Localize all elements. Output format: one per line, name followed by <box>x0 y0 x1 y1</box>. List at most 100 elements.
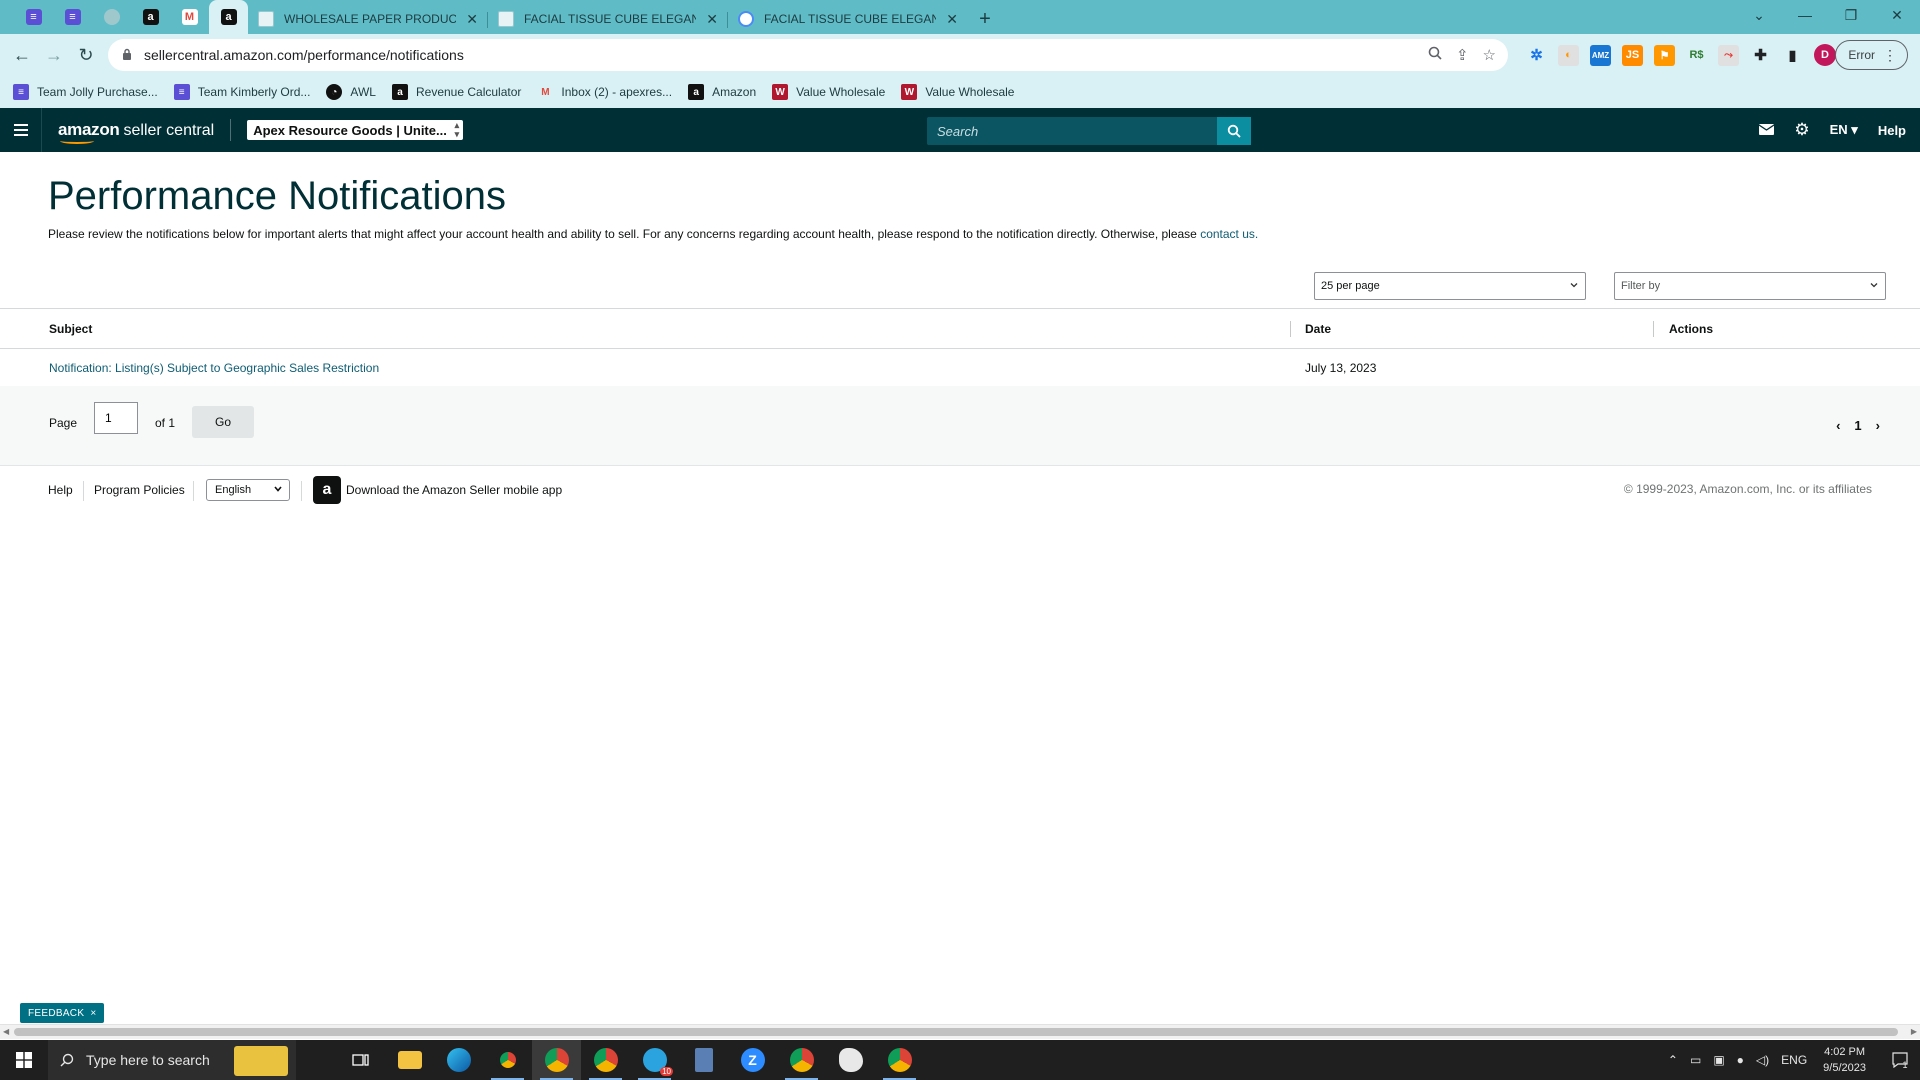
extension-seller-icon[interactable]: ⤳ <box>1718 44 1739 66</box>
mail-icon[interactable] <box>1759 123 1775 138</box>
input-language[interactable]: ENG <box>1781 1053 1807 1067</box>
notification-subject-link[interactable]: Notification: Listing(s) Subject to Geog… <box>49 361 379 375</box>
close-tab-icon[interactable]: ✕ <box>946 11 958 28</box>
hamburger-menu-icon[interactable] <box>0 108 42 152</box>
chevron-right-icon[interactable]: › <box>1876 418 1880 433</box>
extensions-puzzle-icon[interactable]: ✚ <box>1750 45 1771 66</box>
extension-keepa-icon[interactable]: ◐ <box>1558 44 1579 66</box>
extension-js-icon[interactable]: JS <box>1622 44 1643 66</box>
extension-amz-icon[interactable]: AMZ <box>1590 44 1611 66</box>
bookmark-team-jolly[interactable]: ≡ Team Jolly Purchase... <box>13 84 158 100</box>
bookmark-awl[interactable]: ◔ AWL <box>326 84 376 100</box>
bookmark-star-icon[interactable]: ☆ <box>1483 46 1496 64</box>
volume-icon[interactable]: ◁) <box>1756 1053 1769 1067</box>
column-header-date[interactable]: Date <box>1305 322 1331 336</box>
paint-app-icon[interactable] <box>826 1040 875 1080</box>
chrome-profile-3-icon[interactable] <box>777 1040 826 1080</box>
footer-language-select[interactable]: English <box>206 479 290 501</box>
footer-program-policies-link[interactable]: Program Policies <box>94 483 185 497</box>
error-button[interactable]: Error ⋮ <box>1835 40 1908 70</box>
chrome-profile-2-icon[interactable] <box>581 1040 630 1080</box>
close-tab-icon[interactable]: ✕ <box>466 11 478 28</box>
tray-chevron-up-icon[interactable]: ⌃ <box>1668 1053 1678 1067</box>
tab-wholesale-paper[interactable]: WHOLESALE PAPER PRODUCTS - ✕ <box>248 4 488 34</box>
download-app-link[interactable]: Download the Amazon Seller mobile app <box>346 483 562 497</box>
column-header-subject[interactable]: Subject <box>49 322 92 336</box>
scroll-right-icon[interactable]: ▶ <box>1911 1027 1917 1036</box>
camera-icon[interactable]: ▣ <box>1713 1053 1724 1067</box>
search-button[interactable] <box>1217 117 1251 145</box>
share-icon[interactable]: ⇪ <box>1456 46 1469 64</box>
chrome-icon[interactable] <box>483 1040 532 1080</box>
seller-central-logo[interactable]: amazon seller central <box>58 120 214 144</box>
bookmark-amazon[interactable]: a Amazon <box>688 84 756 100</box>
language-selector[interactable]: EN ▾ <box>1830 122 1858 138</box>
pinned-tab-amazon[interactable]: a <box>131 0 170 34</box>
scrollbar-thumb[interactable] <box>14 1028 1898 1036</box>
bookmark-team-kimberly[interactable]: ≡ Team Kimberly Ord... <box>173 84 310 100</box>
restore-icon[interactable]: ❐ <box>1828 0 1874 30</box>
notification-center-icon[interactable]: 1 <box>1880 1040 1920 1080</box>
current-page-number[interactable]: 1 <box>1854 418 1861 433</box>
tab-facial-tissue-1[interactable]: FACIAL TISSUE CUBE ELEGANT 3 ✕ <box>488 4 728 34</box>
minimize-icon[interactable]: — <box>1782 0 1828 30</box>
taskbar-search[interactable]: Type here to search <box>48 1040 296 1080</box>
bookmark-value-wholesale-1[interactable]: W Value Wholesale <box>772 84 885 100</box>
pinned-tab-list-1[interactable]: ≡ <box>14 0 53 34</box>
network-icon[interactable]: ▭ <box>1690 1053 1701 1067</box>
tab-title: WHOLESALE PAPER PRODUCTS - <box>284 12 457 26</box>
extension-orange-icon[interactable]: ⚑ <box>1654 44 1675 66</box>
feedback-close-icon[interactable]: × <box>90 1008 96 1019</box>
reload-icon[interactable]: ↻ <box>70 39 102 71</box>
forward-icon[interactable]: → <box>38 39 70 71</box>
file-explorer-icon[interactable] <box>385 1040 434 1080</box>
edge-browser-icon[interactable] <box>434 1040 483 1080</box>
extension-rs-icon[interactable]: R$ <box>1686 45 1707 66</box>
pinned-tab-amazon-active[interactable]: a <box>209 0 248 34</box>
taskbar-clock[interactable]: 4:02 PM 9/5/2023 <box>1823 1044 1866 1076</box>
footer-help-link[interactable]: Help <box>48 483 73 497</box>
page-number-input[interactable] <box>94 402 138 434</box>
microphone-icon[interactable]: ● <box>1737 1053 1744 1067</box>
pinned-tab-list-2[interactable]: ≡ <box>53 0 92 34</box>
per-page-select[interactable]: 25 per page <box>1314 272 1586 300</box>
back-icon[interactable]: ← <box>6 39 38 71</box>
blank-icon <box>103 9 120 25</box>
header-search-input[interactable] <box>927 117 1217 145</box>
header-help-link[interactable]: Help <box>1878 123 1906 138</box>
close-tab-icon[interactable]: ✕ <box>706 11 718 28</box>
task-view-icon[interactable] <box>336 1040 385 1080</box>
bookmark-revenue-calculator[interactable]: a Revenue Calculator <box>391 84 521 100</box>
extension-puzzle-blue-icon[interactable]: ✲ <box>1526 45 1547 66</box>
address-bar[interactable]: sellercentral.amazon.com/performance/not… <box>108 39 1508 71</box>
side-panel-icon[interactable]: ▮ <box>1782 45 1803 66</box>
contact-us-link[interactable]: contact us. <box>1200 227 1258 241</box>
bookmark-value-wholesale-2[interactable]: W Value Wholesale <box>901 84 1014 100</box>
pinned-tab-blank[interactable] <box>92 0 131 34</box>
go-button[interactable]: Go <box>192 406 254 438</box>
tab-search-icon[interactable]: ⌄ <box>1736 0 1782 30</box>
new-tab-button[interactable]: + <box>968 4 1002 34</box>
taskbar-search-placeholder: Type here to search <box>86 1052 210 1068</box>
close-window-icon[interactable]: ✕ <box>1874 0 1920 30</box>
settings-gear-icon[interactable]: ⚙ <box>1794 120 1809 140</box>
chrome-profile-icon[interactable] <box>532 1040 581 1080</box>
store-selector[interactable]: Apex Resource Goods | Unite... ▴ ▾ <box>247 120 464 140</box>
value-wholesale-icon: W <box>901 84 918 100</box>
telegram-icon[interactable]: 10 <box>630 1040 679 1080</box>
tab-facial-tissue-2[interactable]: FACIAL TISSUE CUBE ELEGANT 3 ✕ <box>728 4 968 34</box>
scroll-left-icon[interactable]: ◀ <box>3 1027 9 1036</box>
calculator-icon[interactable] <box>679 1040 728 1080</box>
pinned-tab-gmail[interactable]: M <box>170 0 209 34</box>
zoom-app-icon[interactable]: Z <box>728 1040 777 1080</box>
amazon-app-icon[interactable]: a <box>313 476 341 504</box>
chrome-profile-4-icon[interactable] <box>875 1040 924 1080</box>
horizontal-scrollbar[interactable]: ◀ ▶ <box>0 1024 1920 1039</box>
bookmark-inbox[interactable]: M Inbox (2) - apexres... <box>537 84 672 100</box>
chevron-left-icon[interactable]: ‹ <box>1836 418 1840 433</box>
feedback-button[interactable]: FEEDBACK × <box>20 1003 105 1023</box>
windows-start-icon[interactable] <box>0 1040 48 1080</box>
filter-by-select[interactable]: Filter by <box>1614 272 1886 300</box>
profile-avatar[interactable]: D <box>1814 44 1836 66</box>
zoom-icon[interactable] <box>1428 46 1442 64</box>
